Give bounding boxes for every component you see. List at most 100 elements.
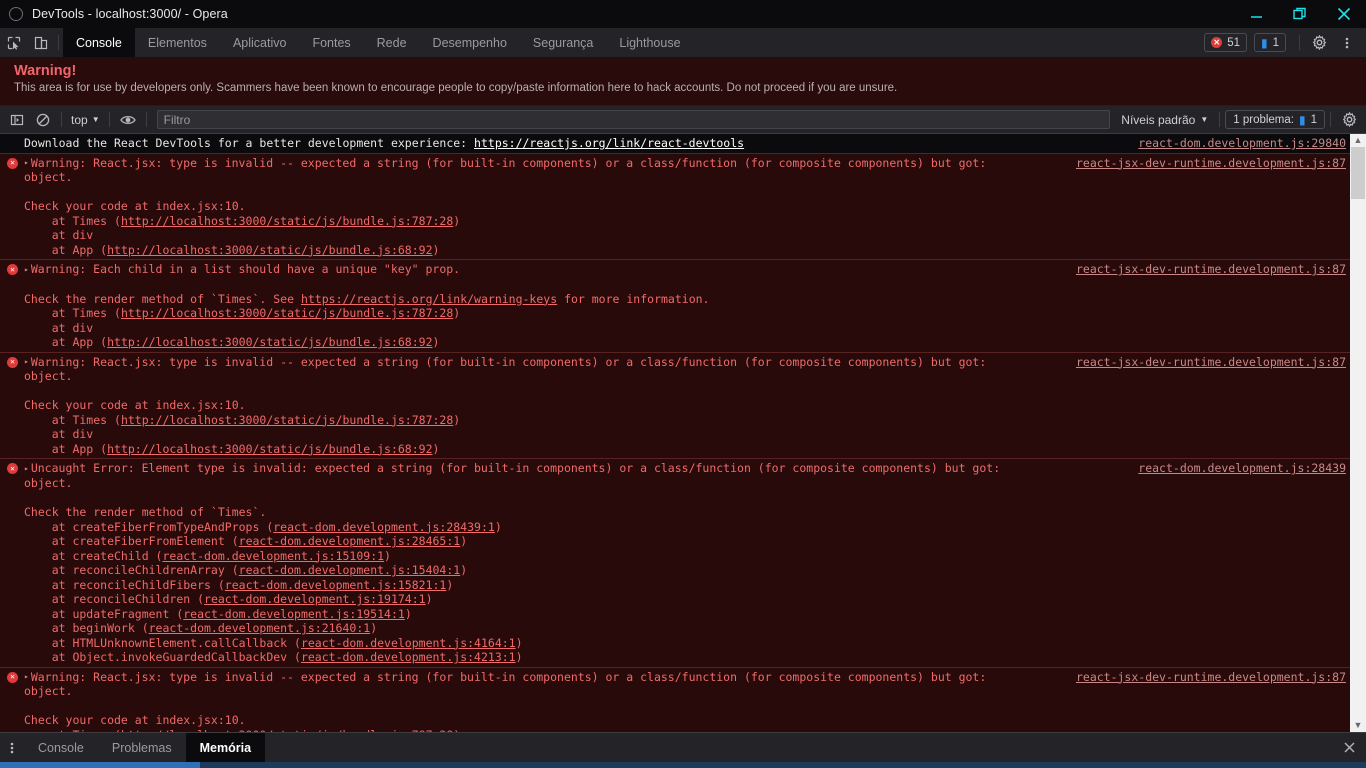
toolbar-divider [58,35,59,50]
stack-frame: at createFiberFromTypeAndProps (react-do… [24,519,502,534]
stack-frame: at App (http://localhost:3000/static/js/… [24,242,440,257]
maximize-button[interactable] [1278,0,1322,28]
stack-frame-link[interactable]: http://localhost:3000/static/js/bundle.j… [107,335,432,349]
execution-context-selector[interactable]: top ▼ [67,113,104,127]
tab-console[interactable]: Console [63,28,135,57]
gear-icon[interactable] [1336,107,1362,133]
execution-context-value: top [71,112,88,127]
expand-triangle-icon[interactable]: ▸ [24,670,29,685]
tab-aplicativo[interactable]: Aplicativo [220,28,300,57]
stack-frame: at div [24,427,94,442]
expand-triangle-icon[interactable]: ▸ [24,156,29,171]
console-source-link[interactable]: react-jsx-dev-runtime.development.js:87 [1076,670,1346,685]
chevron-down-icon: ▼ [1200,115,1209,124]
error-circle-icon: ✕ [1211,37,1223,48]
console-source-link[interactable]: react-jsx-dev-runtime.development.js:87 [1076,156,1346,171]
scroll-down-arrow-icon[interactable]: ▼ [1354,719,1363,732]
filter-divider-3 [145,112,147,127]
live-expression-eye-icon[interactable] [115,107,141,133]
stack-frame-link[interactable]: react-dom.development.js:4213:1 [301,650,516,664]
stack-frame-link[interactable]: http://localhost:3000/static/js/bundle.j… [121,413,453,427]
close-button[interactable] [1322,0,1366,28]
expand-triangle-icon[interactable]: ▸ [24,263,29,278]
console-message-list[interactable]: Download the React DevTools for a better… [0,134,1350,732]
tab-fontes[interactable]: Fontes [299,28,363,57]
drawer-tab-problemas-label: Problemas [111,740,172,755]
stack-frame-link[interactable]: react-dom.development.js:28439:1 [273,520,495,534]
problems-badge[interactable]: 1 problema: ▮ 1 [1225,110,1325,129]
tab-desempenho[interactable]: Desempenho [420,28,520,57]
drawer-tab-console[interactable]: Console [24,733,98,762]
console-error-row[interactable]: ✕ ▸ Warning: React.jsx: type is invalid --… [0,352,1350,460]
problems-label: 1 problema: [1233,113,1294,126]
gear-icon[interactable] [1306,35,1333,50]
drawer-tab-problemas[interactable]: Problemas [98,733,186,762]
stack-frame-link[interactable]: react-dom.development.js:21640:1 [149,621,371,635]
tab-lighthouse[interactable]: Lighthouse [606,28,693,57]
stack-frame: at div [24,320,94,335]
tab-seguranca[interactable]: Segurança [520,28,606,57]
console-detail-line: Check the render method of `Times`. See … [24,291,710,306]
stack-frame-link[interactable]: react-dom.development.js:15109:1 [162,549,384,563]
minimize-button[interactable] [1234,0,1278,28]
stack-frame-link[interactable]: react-dom.development.js:15404:1 [239,563,461,577]
console-link[interactable]: https://reactjs.org/link/warning-keys [301,292,557,306]
expand-triangle-icon[interactable]: ▸ [24,355,29,370]
stack-frame-link[interactable]: react-dom.development.js:19174:1 [204,592,426,606]
stack-frame-link[interactable]: http://localhost:3000/static/js/bundle.j… [121,306,453,320]
stack-frame: at App (http://localhost:3000/static/js/… [24,335,440,349]
console-error-row[interactable]: ✕ ▸ Warning: React.jsx: type is invalid --… [0,153,1350,261]
console-source-link[interactable]: react-jsx-dev-runtime.development.js:87 [1076,262,1346,277]
stack-frame-link[interactable]: react-dom.development.js:28465:1 [239,534,461,548]
drawer-tab-memoria-label: Memória [199,740,252,755]
stack-frame-link[interactable]: http://localhost:3000/static/js/bundle.j… [121,214,453,228]
message-bubble-icon: ▮ [1260,35,1268,50]
close-icon[interactable] [1332,733,1366,762]
kebab-menu-icon[interactable] [1333,36,1360,50]
drawer-tab-memoria[interactable]: Memória [185,733,266,762]
error-count-value: 51 [1227,36,1240,49]
error-count-badge[interactable]: ✕ 51 [1204,33,1247,52]
console-source-link[interactable]: react-jsx-dev-runtime.development.js:87 [1076,355,1346,370]
kebab-menu-icon[interactable] [0,733,24,762]
message-count-badge[interactable]: ▮ 1 [1253,33,1286,52]
scroll-up-arrow-icon[interactable]: ▲ [1354,134,1363,147]
stack-frame: at Times (http://localhost:3000/static/j… [24,306,461,320]
scrollbar-thumb[interactable] [1351,147,1365,199]
expand-triangle-icon[interactable]: ▸ [24,462,29,477]
security-warning-banner: Warning! This area is for use by develop… [0,57,1366,106]
warning-title: Warning! [14,63,77,79]
console-error-row[interactable]: ✕ ▸ Warning: React.jsx: type is invalid --… [0,667,1350,732]
console-sidebar-icon[interactable] [4,107,30,133]
console-source-link[interactable]: react-dom.development.js:28439 [1138,461,1346,476]
stack-frame: at reconcileChildrenArray (react-dom.dev… [24,563,468,577]
tab-elementos[interactable]: Elementos [135,28,220,57]
stack-frame-link[interactable]: react-dom.development.js:19514:1 [183,607,405,621]
filter-input[interactable]: Filtro [156,110,1111,129]
error-circle-icon: ✕ [7,463,18,475]
console-detail-line: Check your code at index.jsx:10. [24,199,246,214]
console-error-row[interactable]: ✕ ▸ Uncaught Error: Element type is invali… [0,459,1350,668]
stack-frame: at HTMLUnknownElement.callCallback (reac… [24,635,523,650]
inspect-element-icon[interactable] [0,28,27,57]
console-link[interactable]: https://reactjs.org/link/react-devtools [474,136,744,150]
clear-console-icon[interactable] [30,107,56,133]
taskbar-strip-highlight [0,762,200,768]
console-scrollbar[interactable]: ▲ ▼ [1350,134,1366,732]
filter-divider-1 [61,112,62,127]
filter-placeholder: Filtro [163,112,191,127]
filter-divider-4 [1219,112,1221,127]
stack-frame-link[interactable]: http://localhost:3000/static/js/bundle.j… [107,442,432,456]
stack-frame-link[interactable]: react-dom.development.js:4164:1 [301,636,516,650]
tab-desempenho-label: Desempenho [432,35,507,50]
console-source-link[interactable]: react-dom.development.js:29840 [1138,136,1346,151]
device-toolbar-icon[interactable] [27,28,54,57]
console-info-row[interactable]: Download the React DevTools for a better… [0,134,1350,154]
tab-rede[interactable]: Rede [364,28,420,57]
log-levels-selector[interactable]: Níveis padrão ▼ [1115,113,1214,127]
stack-frame-link[interactable]: http://localhost:3000/static/js/bundle.j… [107,243,432,257]
console-error-row[interactable]: ✕ ▸ Warning: Each child in a list should h… [0,260,1350,353]
stack-frame-link[interactable]: react-dom.development.js:15821:1 [225,578,447,592]
